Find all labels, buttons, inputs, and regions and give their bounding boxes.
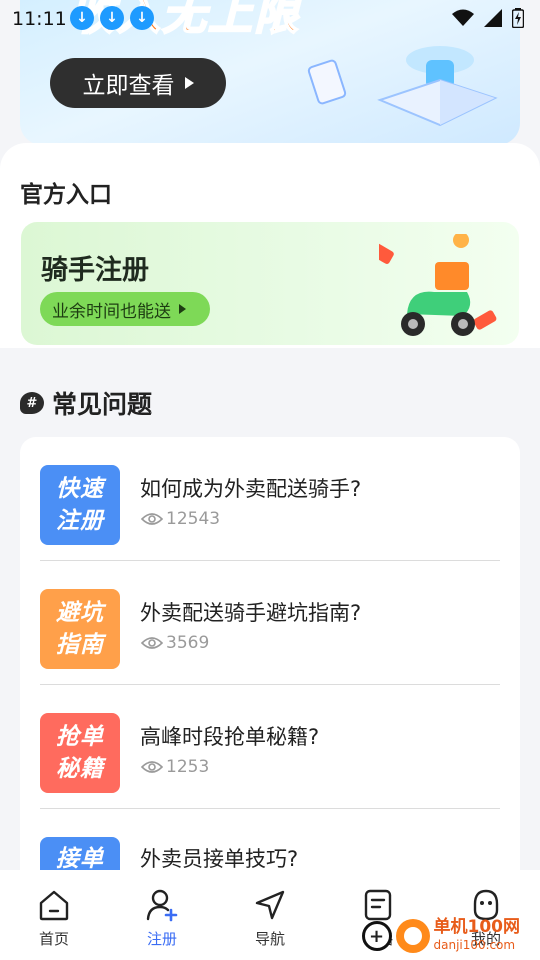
- eye-icon: [141, 637, 163, 649]
- download-icon: ↓: [100, 6, 124, 30]
- scooter-illustration: [379, 234, 497, 336]
- nav-home-label: 首页: [38, 930, 69, 948]
- eye-icon: [141, 513, 163, 525]
- faq-list-item[interactable]: 避坑 指南 外卖配送骑手避坑指南? 3569: [20, 561, 520, 685]
- register-user-icon: [146, 889, 178, 922]
- faq-tag-line: 指南: [56, 632, 104, 658]
- faq-list-item[interactable]: 快速 注册 如何成为外卖配送骑手? 12543: [20, 437, 520, 561]
- status-time: 11:11: [12, 8, 67, 30]
- faq-header: # 常见问题: [20, 385, 152, 421]
- nav-register[interactable]: 注册: [108, 870, 216, 960]
- download-icon: ↓: [130, 6, 154, 30]
- play-arrow-icon: [184, 77, 194, 89]
- watermark-cn: 单机100网: [433, 917, 521, 937]
- official-entry-title: 官方入口: [20, 182, 112, 208]
- view-now-button[interactable]: 立即查看: [50, 58, 226, 108]
- spare-time-label: 业余时间也能送: [52, 301, 171, 322]
- wifi-icon: [452, 9, 474, 26]
- nav-register-label: 注册: [146, 930, 177, 948]
- faq-question: 高峰时段抢单秘籍?: [140, 725, 320, 749]
- faq-tag: 避坑 指南: [40, 589, 120, 669]
- site-watermark: + 单机100网 danji100.com: [361, 918, 521, 954]
- faq-question: 外卖配送骑手避坑指南?: [140, 601, 362, 625]
- clipboard-illustration: [306, 58, 348, 106]
- faq-tag-line: 注册: [56, 508, 104, 534]
- download-notifications: ↓ ↓ ↓: [70, 6, 154, 30]
- home-icon: [39, 890, 69, 921]
- faq-view-count: 1253: [141, 757, 209, 777]
- faq-question: 外卖员接单技巧?: [140, 847, 299, 871]
- faq-title: 常见问题: [52, 390, 153, 419]
- status-bar: 11:11 ↓ ↓ ↓: [0, 0, 540, 36]
- nav-navigation-label: 导航: [254, 930, 285, 948]
- battery-icon: [512, 8, 524, 28]
- rider-register-card[interactable]: 骑手注册 业余时间也能送: [21, 222, 519, 345]
- faq-view-count: 12543: [141, 509, 220, 529]
- nav-navigation[interactable]: 导航: [216, 870, 324, 960]
- download-icon: ↓: [70, 6, 94, 30]
- faq-list: 快速 注册 如何成为外卖配送骑手? 12543 避坑 指南 外卖配送骑手避坑指南…: [20, 437, 520, 897]
- view-count-value: 3569: [166, 633, 210, 653]
- hash-chat-icon: #: [20, 392, 44, 414]
- faq-tag-line: 抢单: [56, 724, 104, 750]
- play-arrow-icon: [179, 304, 186, 314]
- faq-tag: 快速 注册: [40, 465, 120, 545]
- view-now-label: 立即查看: [82, 73, 175, 99]
- signal-icon: [484, 9, 502, 27]
- book-trophy-illustration: [377, 46, 498, 127]
- plus-logo-icon: +: [361, 921, 392, 951]
- faq-tag-line: 快速: [56, 476, 104, 502]
- eye-icon: [141, 761, 163, 773]
- faq-tag: 抢单 秘籍: [40, 713, 120, 793]
- rider-register-title: 骑手注册: [41, 255, 149, 286]
- nav-home[interactable]: 首页: [0, 870, 108, 960]
- watermark-text: 单机100网 danji100.com: [434, 918, 521, 954]
- view-count-value: 1253: [166, 757, 210, 777]
- guide-document-icon: [364, 889, 392, 921]
- watermark-url: danji100.com: [433, 938, 516, 952]
- view-count-value: 12543: [166, 509, 221, 529]
- faq-list-item[interactable]: 抢单 秘籍 高峰时段抢单秘籍? 1253: [20, 685, 520, 809]
- faq-tag-line: 避坑: [56, 600, 104, 626]
- orange-logo-icon: [395, 919, 430, 953]
- navigation-arrow-icon: [255, 890, 285, 920]
- spare-time-pill[interactable]: 业余时间也能送: [40, 292, 210, 326]
- faq-view-count: 3569: [141, 633, 209, 653]
- status-icons: [452, 8, 524, 28]
- faq-tag-line: 秘籍: [56, 756, 104, 782]
- faq-question: 如何成为外卖配送骑手?: [140, 477, 362, 501]
